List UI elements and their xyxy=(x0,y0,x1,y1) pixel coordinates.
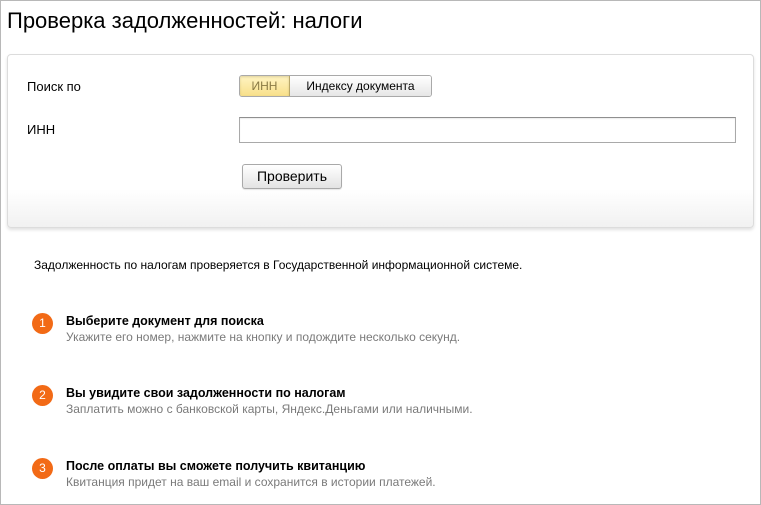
inn-input[interactable] xyxy=(239,117,736,143)
page-frame: Проверка задолженностей: налоги Поиск по… xyxy=(0,0,761,505)
step-number-badge: 2 xyxy=(32,385,53,406)
step-title: Вы увидите свои задолженности по налогам xyxy=(66,386,346,400)
search-by-label: Поиск по xyxy=(27,79,81,94)
page-title: Проверка задолженностей: налоги xyxy=(7,8,363,33)
step-title: Выберите документ для поиска xyxy=(66,314,264,328)
check-button[interactable]: Проверить xyxy=(242,164,342,189)
intro-text: Задолженность по налогам проверяется в Г… xyxy=(34,258,523,272)
step-number-badge: 1 xyxy=(32,313,53,334)
step-description: Укажите его номер, нажмите на кнопку и п… xyxy=(66,330,461,344)
step-number-badge: 3 xyxy=(32,458,53,479)
inn-field-label: ИНН xyxy=(27,122,56,137)
step-description: Заплатить можно с банковской карты, Янде… xyxy=(66,402,473,416)
search-form-card: Поиск по ИНН Индексу документа ИНН Прове… xyxy=(7,54,754,228)
toggle-option-inn[interactable]: ИНН xyxy=(240,76,290,96)
step-title: После оплаты вы сможете получить квитанц… xyxy=(66,459,366,473)
step-description: Квитанция придет на ваш email и сохранит… xyxy=(66,475,436,489)
search-type-toggle: ИНН Индексу документа xyxy=(239,75,432,97)
toggle-option-document-index[interactable]: Индексу документа xyxy=(290,76,431,96)
